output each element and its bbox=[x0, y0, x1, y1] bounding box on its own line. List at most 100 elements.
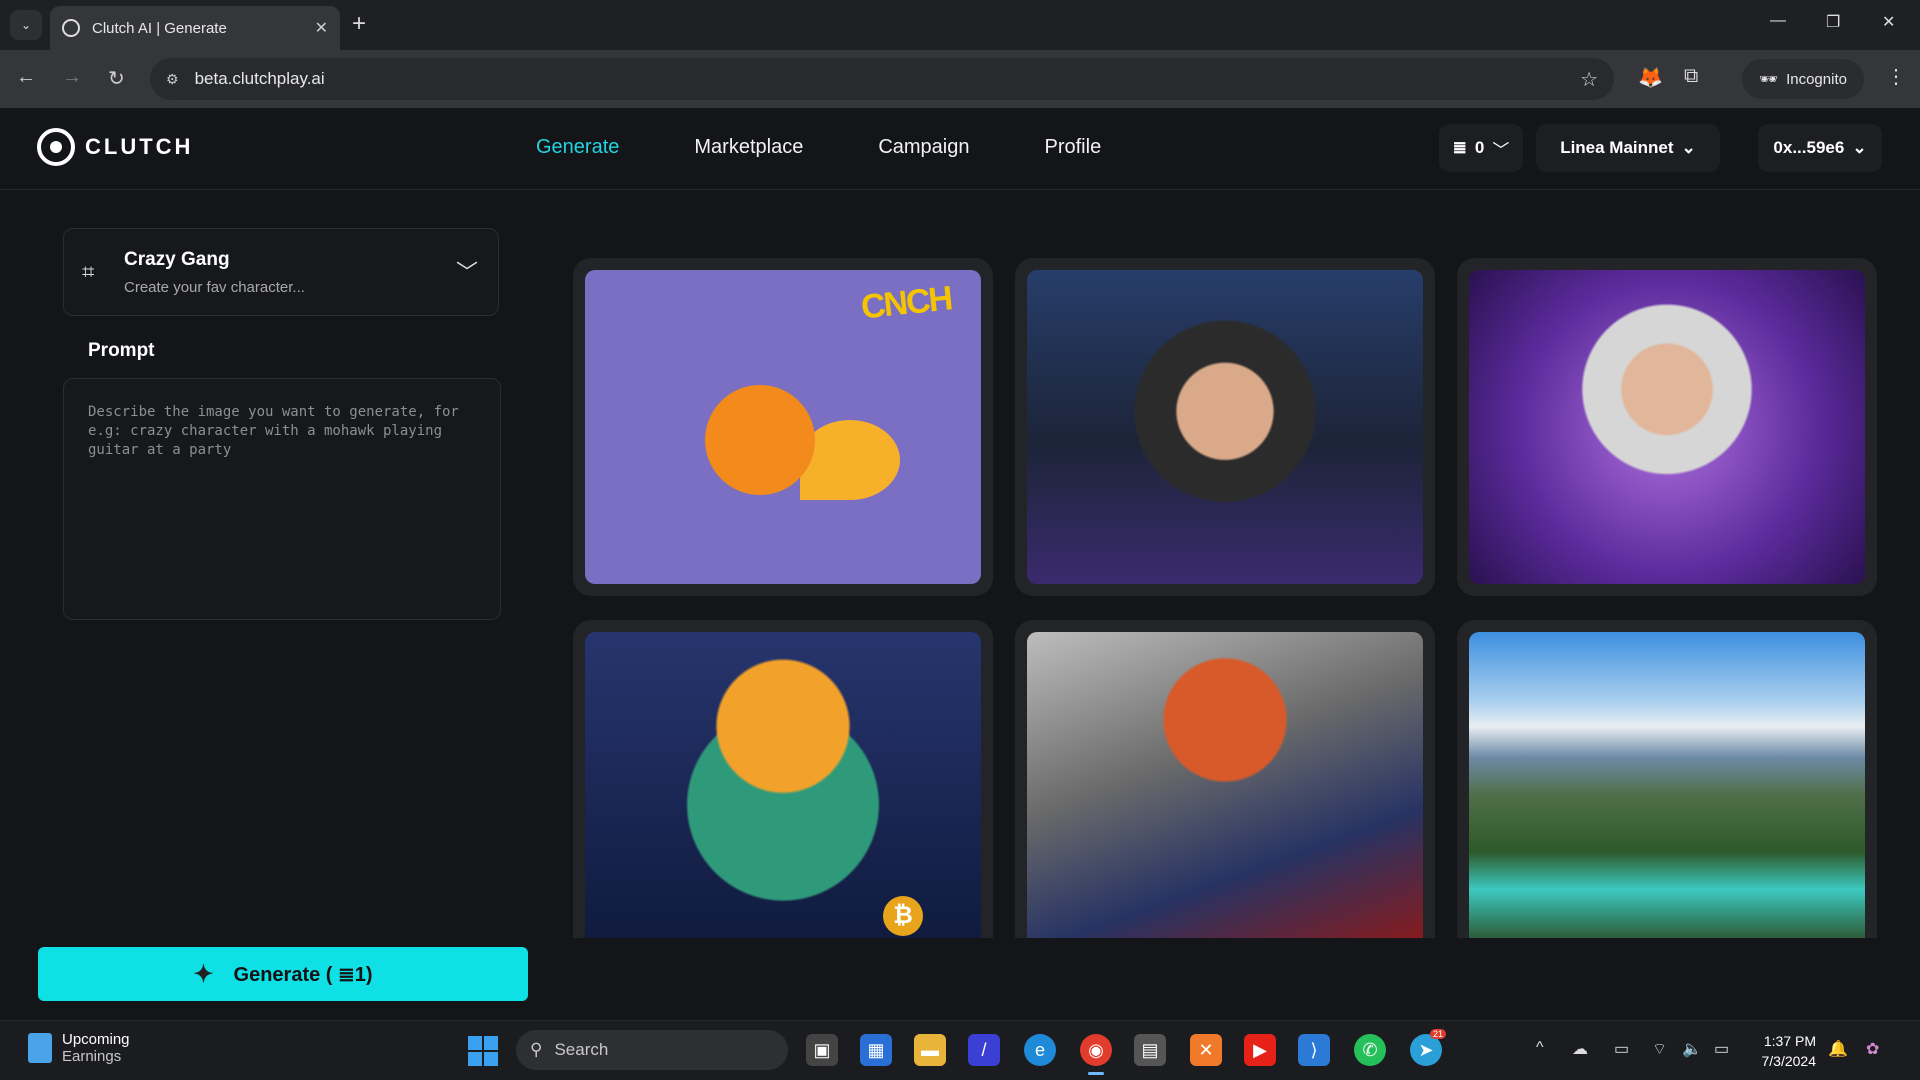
new-tab-button[interactable]: + bbox=[352, 12, 366, 36]
browser-tab[interactable]: Clutch AI | Generate ✕ bbox=[50, 6, 340, 50]
restore-button[interactable]: ❐ bbox=[1826, 12, 1840, 32]
clutch-logo[interactable]: CLUTCH bbox=[37, 128, 193, 166]
crop-icon: ⌗ bbox=[82, 259, 95, 284]
credits-stack-icon: ≣ bbox=[338, 963, 355, 986]
clock[interactable]: 1:37 PM 7/3/2024 bbox=[1752, 1031, 1817, 1071]
nav-generate[interactable]: Generate bbox=[536, 136, 619, 159]
clutch-logo-icon bbox=[37, 128, 75, 166]
notification-bell-icon[interactable]: 🔔 bbox=[1828, 1039, 1848, 1059]
onedrive-icon[interactable]: ☁ bbox=[1572, 1039, 1588, 1059]
minimize-button[interactable]: — bbox=[1770, 12, 1786, 30]
search-placeholder: Search bbox=[554, 1040, 609, 1059]
chevron-down-icon: ⌄ bbox=[1852, 138, 1867, 157]
bookmark-star-icon[interactable]: ☆ bbox=[1580, 67, 1598, 92]
address-bar[interactable]: ⚙ beta.clutchplay.ai ☆ bbox=[150, 58, 1614, 100]
display-icon[interactable]: ▭ bbox=[1614, 1039, 1629, 1059]
file-explorer-icon[interactable]: ▬ bbox=[914, 1034, 946, 1066]
store-icon[interactable]: ▦ bbox=[860, 1034, 892, 1066]
time: 1:37 PM bbox=[1763, 1033, 1816, 1049]
fox-body-shape bbox=[705, 385, 815, 495]
favicon-icon bbox=[62, 19, 80, 37]
model-description: Create your fav character... bbox=[124, 279, 305, 296]
youtube-icon[interactable]: ▶ bbox=[1244, 1034, 1276, 1066]
chrome-icon[interactable]: ◉ bbox=[1080, 1034, 1112, 1075]
edge-icon[interactable]: e bbox=[1024, 1034, 1056, 1066]
chevron-up-icon[interactable]: ^ bbox=[1536, 1039, 1544, 1057]
back-button[interactable]: ← bbox=[16, 66, 36, 89]
gallery-card[interactable]: CNCH bbox=[573, 258, 993, 596]
close-window-button[interactable]: ✕ bbox=[1882, 12, 1895, 32]
fox-logo-text: CNCH bbox=[858, 279, 953, 327]
professor-character-image bbox=[1469, 270, 1865, 584]
incognito-label: Incognito bbox=[1786, 70, 1847, 88]
gallery-card[interactable] bbox=[1015, 258, 1435, 596]
news-icon bbox=[28, 1033, 52, 1063]
masked-character-image bbox=[1027, 270, 1423, 584]
widget-subtitle: Earnings bbox=[62, 1048, 122, 1065]
news-widget[interactable]: Upcoming Earnings bbox=[28, 1031, 130, 1065]
start-button[interactable] bbox=[468, 1036, 498, 1066]
forward-button[interactable]: → bbox=[62, 66, 82, 89]
volume-icon[interactable]: 🔈 bbox=[1682, 1039, 1702, 1059]
magic-wand-icon: ✦ bbox=[193, 960, 214, 988]
gallery-card[interactable]: ₿ bbox=[573, 620, 993, 938]
browser-toolbar: ← → ↻ ⚙ beta.clutchplay.ai ☆ 🦊 ⧉ 🕶 Incog… bbox=[0, 50, 1920, 108]
extensions-puzzle-icon[interactable]: ⧉ bbox=[1684, 65, 1698, 88]
model-selector[interactable]: ⌗ Crazy Gang Create your fav character..… bbox=[63, 228, 499, 316]
vscode-icon[interactable]: ⟩ bbox=[1298, 1034, 1330, 1066]
chevron-down-icon: ⌄ bbox=[1681, 138, 1696, 157]
whatsapp-icon[interactable]: ✆ bbox=[1354, 1034, 1386, 1066]
nav-marketplace[interactable]: Marketplace bbox=[694, 136, 803, 159]
prompt-input[interactable] bbox=[63, 378, 501, 620]
calculator-icon[interactable]: ▤ bbox=[1134, 1034, 1166, 1066]
url-text: beta.clutchplay.ai bbox=[194, 69, 325, 88]
browser-tab-bar: ⌄ Clutch AI | Generate ✕ + — ❐ ✕ bbox=[0, 0, 1920, 50]
wifi-icon[interactable]: ⌔ bbox=[1652, 1039, 1667, 1059]
date: 7/3/2024 bbox=[1761, 1053, 1817, 1069]
gallery-card[interactable] bbox=[1457, 258, 1877, 596]
copilot-icon[interactable]: ✿ bbox=[1866, 1039, 1879, 1059]
incognito-indicator[interactable]: 🕶 Incognito bbox=[1742, 59, 1864, 99]
telegram-badge: 21 bbox=[1430, 1029, 1447, 1039]
network-selector[interactable]: Linea Mainnet ⌄ bbox=[1536, 124, 1720, 172]
generate-label: Generate ( ≣1) bbox=[233, 963, 373, 986]
prompt-label: Prompt bbox=[88, 340, 155, 361]
taskbar-search[interactable]: ⚲ Search bbox=[516, 1030, 788, 1070]
windows-taskbar: Upcoming Earnings ⚲ Search ▣ ▦ ▬ / e ◉ ▤… bbox=[0, 1020, 1920, 1080]
metamask-extension-icon[interactable]: 🦊 bbox=[1638, 65, 1663, 90]
xampp-icon[interactable]: ✕ bbox=[1190, 1034, 1222, 1066]
credits-dropdown[interactable]: ≣ 0 ﹀ bbox=[1439, 124, 1523, 172]
gallery-card[interactable] bbox=[1457, 620, 1877, 938]
main-nav: Generate Marketplace Campaign Profile bbox=[536, 136, 1101, 159]
nav-campaign[interactable]: Campaign bbox=[878, 136, 969, 159]
credits-count: 0 bbox=[1474, 138, 1485, 157]
widget-title: Upcoming bbox=[62, 1031, 130, 1048]
search-icon: ⚲ bbox=[530, 1040, 543, 1059]
app-icon[interactable]: / bbox=[968, 1034, 1000, 1066]
credits-stack-icon: ≣ bbox=[1452, 138, 1467, 157]
browser-menu-icon[interactable]: ⋮ bbox=[1886, 64, 1906, 89]
gallery-card[interactable] bbox=[1015, 620, 1435, 938]
network-name: Linea Mainnet bbox=[1560, 138, 1674, 157]
wallet-dropdown[interactable]: 0x...59e6 ⌄ bbox=[1758, 124, 1882, 172]
site-info-icon[interactable]: ⚙ bbox=[166, 71, 179, 88]
wallet-address: 0x...59e6 bbox=[1773, 138, 1845, 157]
bitcoin-icon: ₿ bbox=[883, 896, 923, 936]
reload-button[interactable]: ↻ bbox=[108, 66, 125, 91]
dinosaur-character-image: ₿ bbox=[585, 632, 981, 938]
image-gallery: CNCH ₿ bbox=[573, 258, 1877, 938]
tab-close-icon[interactable]: ✕ bbox=[315, 18, 328, 38]
fox-character-image: CNCH bbox=[585, 270, 981, 584]
nav-profile[interactable]: Profile bbox=[1045, 136, 1102, 159]
tab-search-button[interactable]: ⌄ bbox=[10, 10, 42, 40]
app-header: CLUTCH Generate Marketplace Campaign Pro… bbox=[0, 108, 1920, 190]
task-view-icon[interactable]: ▣ bbox=[806, 1034, 838, 1066]
samurai-character-image bbox=[1027, 632, 1423, 938]
logo-text: CLUTCH bbox=[85, 134, 194, 159]
battery-icon[interactable]: ▭ bbox=[1714, 1039, 1729, 1059]
tab-title: Clutch AI | Generate bbox=[92, 19, 227, 37]
incognito-icon: 🕶 bbox=[1759, 71, 1779, 88]
generate-button[interactable]: ✦ Generate ( ≣1) bbox=[38, 947, 528, 1001]
fox-tail-shape bbox=[800, 420, 900, 500]
chevron-down-icon: ﹀ bbox=[455, 260, 478, 285]
